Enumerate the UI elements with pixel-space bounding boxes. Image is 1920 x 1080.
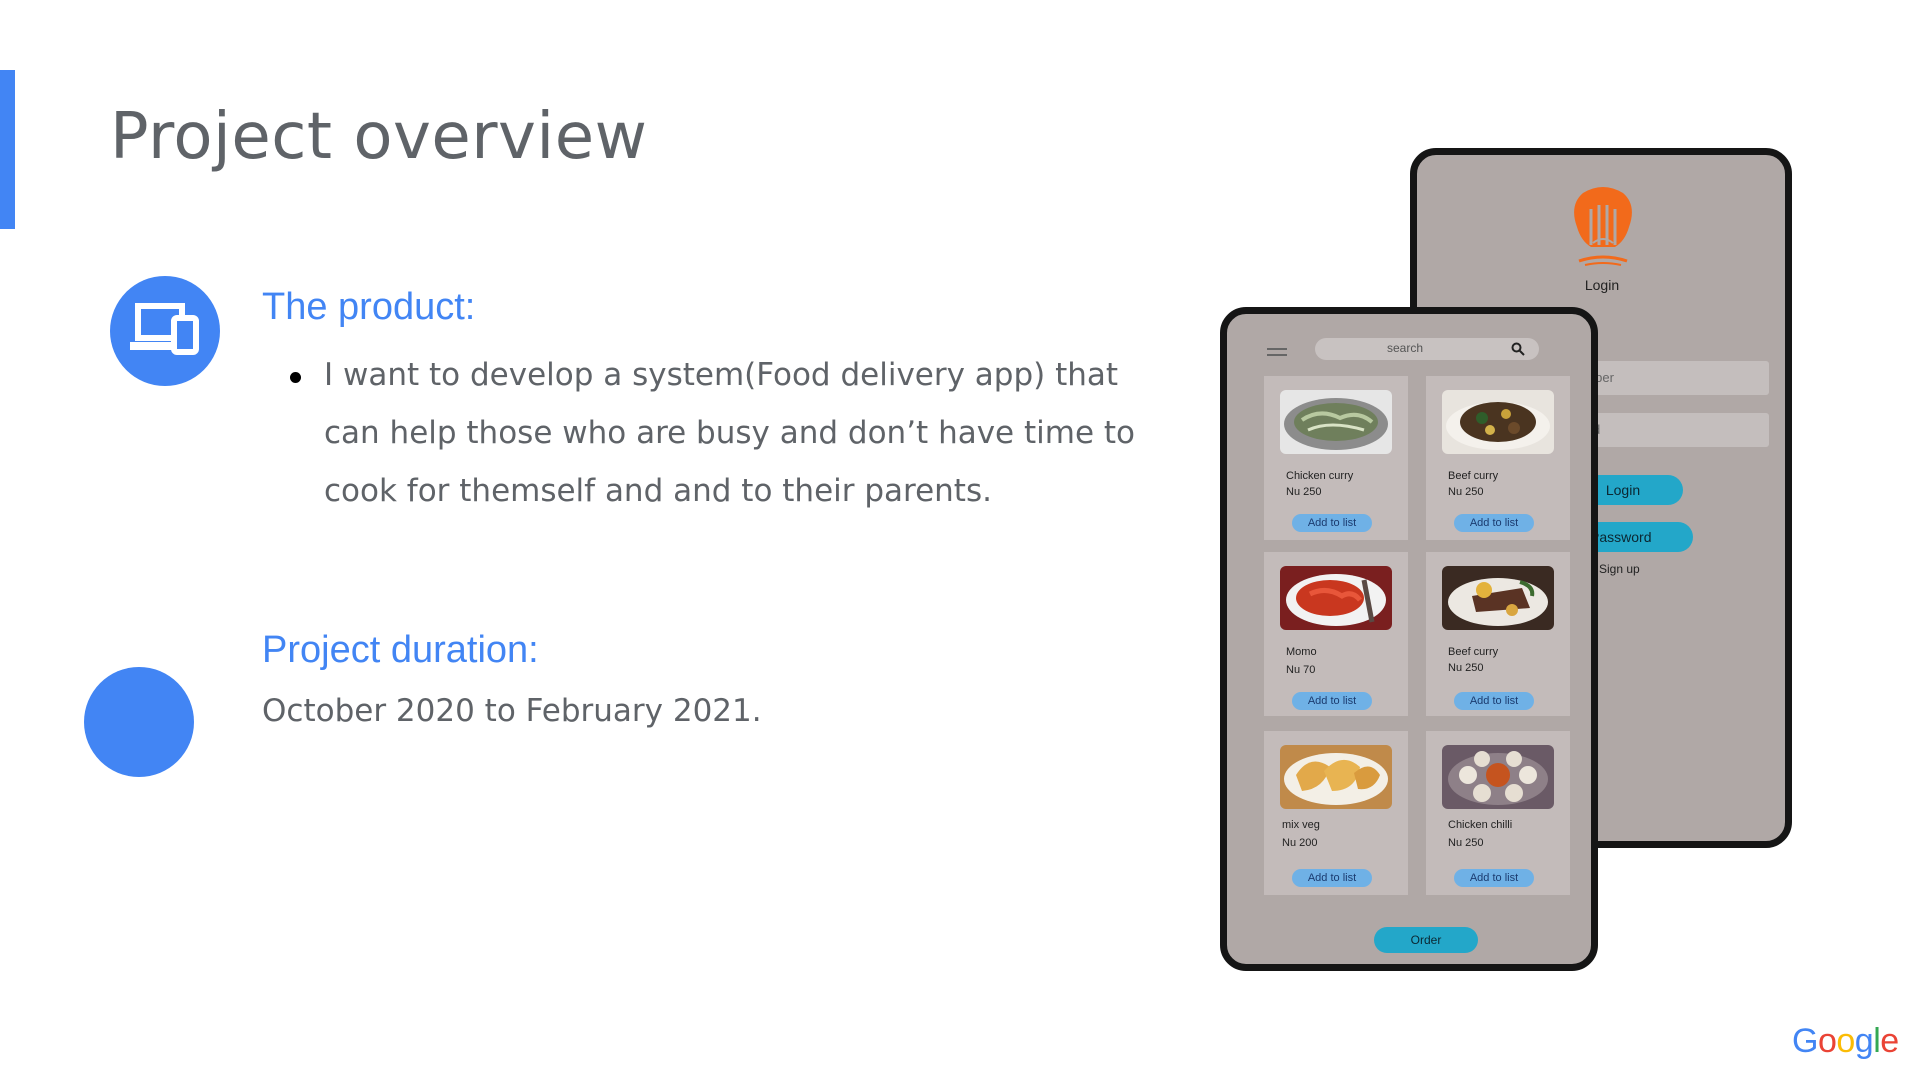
food-price: Nu 250	[1448, 837, 1484, 849]
duration-text: October 2020 to February 2021.	[262, 693, 762, 729]
page-title: Project overview	[110, 100, 648, 174]
google-logo: Google	[1792, 1022, 1899, 1061]
chef-logo-icon	[1565, 183, 1641, 274]
menu-icon[interactable]	[1267, 348, 1287, 360]
search-icon[interactable]	[1511, 342, 1525, 356]
food-name: Chicken chilli	[1448, 819, 1513, 831]
google-letter: e	[1880, 1022, 1899, 1060]
food-price: Nu 250	[1448, 486, 1484, 498]
search-placeholder: search	[1386, 341, 1424, 355]
food-card: Beef curry Nu 250 Add to list	[1426, 552, 1570, 716]
food-price: Nu 200	[1282, 837, 1318, 849]
food-name: mix veg	[1282, 819, 1320, 831]
food-price: Nu 250	[1286, 486, 1322, 498]
login-caption: Login	[1584, 277, 1620, 293]
menu-phone-mockup: search Chicken curry Nu 250 Add to list	[1220, 307, 1598, 971]
search-input[interactable]: search	[1315, 338, 1539, 360]
accent-bar	[0, 70, 15, 229]
password-input[interactable]: ssword	[1559, 413, 1769, 447]
google-letter: g	[1854, 1022, 1874, 1060]
duration-heading: Project duration:	[262, 629, 539, 671]
phone-number-input[interactable]: e number	[1559, 361, 1769, 395]
product-badge	[110, 276, 220, 386]
add-to-list-button[interactable]: Add to list	[1454, 869, 1534, 887]
food-name: Beef curry	[1448, 470, 1499, 482]
google-letter: o	[1836, 1022, 1855, 1060]
food-image-chicken-curry	[1280, 390, 1392, 454]
food-card: Chicken chilli Nu 250 Add to list	[1426, 731, 1570, 895]
add-to-list-button[interactable]: Add to list	[1454, 514, 1534, 532]
food-image-chicken-chilli	[1442, 745, 1554, 809]
product-heading: The product:	[262, 286, 476, 328]
google-letter: G	[1792, 1022, 1818, 1060]
food-card: Beef curry Nu 250 Add to list	[1426, 376, 1570, 540]
add-to-list-button[interactable]: Add to list	[1292, 692, 1372, 710]
product-list: I want to develop a system(Food delivery…	[262, 346, 1142, 520]
food-image-mix-veg	[1280, 745, 1392, 809]
food-image-beef-curry	[1442, 390, 1554, 454]
food-name: Beef curry	[1448, 646, 1499, 658]
add-to-list-button[interactable]: Add to list	[1292, 514, 1372, 532]
devices-icon	[130, 303, 199, 355]
food-image-beef-curry-2	[1442, 566, 1554, 630]
food-price: Nu 70	[1286, 664, 1316, 676]
food-name: Chicken curry	[1286, 470, 1354, 482]
add-to-list-button[interactable]: Add to list	[1454, 692, 1534, 710]
duration-badge	[84, 667, 194, 777]
food-image-momo	[1280, 566, 1392, 630]
google-letter: o	[1817, 1022, 1837, 1060]
order-button[interactable]: Order	[1374, 927, 1478, 953]
add-to-list-button[interactable]: Add to list	[1292, 869, 1372, 887]
food-card: mix veg Nu 200 Add to list	[1264, 731, 1408, 895]
food-name: Momo	[1286, 646, 1317, 658]
food-card: Chicken curry Nu 250 Add to list	[1264, 376, 1408, 540]
food-price: Nu 250	[1448, 662, 1484, 674]
food-card: Momo Nu 70 Add to list	[1264, 552, 1408, 716]
product-bullet: I want to develop a system(Food delivery…	[290, 346, 1142, 520]
signup-link[interactable]: Sign up	[1599, 562, 1640, 576]
